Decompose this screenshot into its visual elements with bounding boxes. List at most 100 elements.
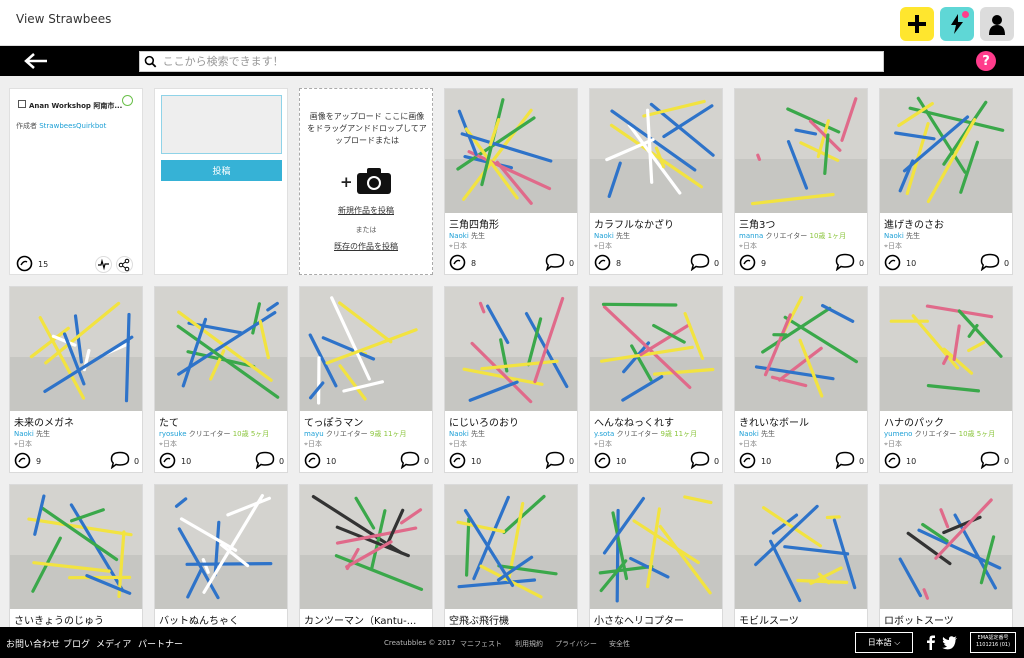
bubble-icon[interactable] — [739, 452, 756, 469]
creation-card[interactable]: ハナのパック yumeno クリエイター 10歳 5ヶ月 ⌖日本 10 0 — [879, 286, 1013, 473]
back-arrow-icon[interactable] — [22, 51, 50, 71]
footer-link-privacy[interactable]: プライバシー — [555, 639, 597, 649]
gallery-name[interactable]: Anan Workshop 阿南市... — [29, 101, 129, 111]
author-link[interactable]: Naoki — [14, 430, 34, 438]
bubble-icon[interactable] — [16, 255, 33, 276]
footer-link-contact[interactable]: お問い合わせ — [6, 637, 60, 650]
author-link[interactable]: mayu — [304, 430, 324, 438]
comment-icon[interactable] — [545, 451, 565, 469]
creation-title[interactable]: モビルスーツ — [739, 612, 865, 627]
creation-thumbnail[interactable] — [300, 287, 432, 411]
post-button[interactable]: 投稿 — [161, 160, 282, 181]
creation-thumbnail[interactable] — [10, 485, 142, 609]
creation-card[interactable]: にじいろのおり Naoki 先生 ⌖日本 10 0 — [444, 286, 578, 473]
creation-title[interactable]: バットぬんちゃく — [159, 612, 285, 627]
existing-creation-link[interactable]: 既存の作品を投稿 — [300, 241, 432, 252]
creation-thumbnail[interactable] — [880, 485, 1012, 609]
creation-title[interactable]: 未来のメガネ — [14, 414, 140, 429]
creation-thumbnail[interactable] — [300, 485, 432, 609]
footer-link-blog[interactable]: ブログ — [63, 637, 90, 650]
creation-card[interactable]: 三角3つ manna クリエイター 10歳 1ヶ月 ⌖日本 9 0 — [734, 88, 868, 275]
creation-title[interactable]: ハナのパック — [884, 414, 1010, 429]
bubble-icon[interactable] — [304, 452, 321, 469]
creation-thumbnail[interactable] — [880, 89, 1012, 213]
creation-card[interactable]: カラフルなかざり Naoki 先生 ⌖日本 8 0 — [589, 88, 723, 275]
creation-thumbnail[interactable] — [735, 89, 867, 213]
bubble-icon[interactable] — [594, 254, 611, 271]
creation-card[interactable]: ロボットスーツ — [879, 484, 1013, 627]
bubble-icon[interactable] — [884, 452, 901, 469]
user-button[interactable] — [980, 7, 1014, 41]
creation-thumbnail[interactable] — [155, 287, 287, 411]
comment-icon[interactable] — [835, 451, 855, 469]
creation-title[interactable]: 三角3つ — [739, 216, 865, 231]
share-icon[interactable] — [116, 256, 133, 273]
creation-thumbnail[interactable] — [445, 89, 577, 213]
creation-card[interactable]: 未来のメガネ Naoki 先生 ⌖日本 9 0 — [9, 286, 143, 473]
creation-card[interactable]: きれいなボール Naoki 先生 ⌖日本 10 0 — [734, 286, 868, 473]
bubble-icon[interactable] — [159, 452, 176, 469]
creation-card[interactable]: さいきょうのじゅう — [9, 484, 143, 627]
activity-button[interactable] — [940, 7, 974, 41]
camera-icon[interactable] — [356, 167, 392, 195]
bubble-icon[interactable] — [449, 452, 466, 469]
creation-title[interactable]: さいきょうのじゅう — [14, 612, 140, 627]
author-link[interactable]: y.sota — [594, 430, 614, 438]
comment-icon[interactable] — [110, 451, 130, 469]
creation-title[interactable]: ロボットスーツ — [884, 612, 1010, 627]
comment-icon[interactable] — [980, 451, 1000, 469]
creation-thumbnail[interactable] — [445, 485, 577, 609]
creation-card[interactable]: カンツーマン（Kantu-... — [299, 484, 433, 627]
facebook-icon[interactable] — [926, 635, 936, 654]
comment-icon[interactable] — [690, 451, 710, 469]
author-link[interactable]: ryosuke — [159, 430, 187, 438]
creation-card[interactable]: モビルスーツ — [734, 484, 868, 627]
footer-link-media[interactable]: メディア — [96, 637, 131, 650]
creation-thumbnail[interactable] — [445, 287, 577, 411]
creation-thumbnail[interactable] — [735, 485, 867, 609]
creation-card[interactable]: へんなねっくれす y.sota クリエイター 9歳 11ヶ月 ⌖日本 10 0 — [589, 286, 723, 473]
footer-link-partner[interactable]: パートナー — [138, 637, 183, 650]
creation-title[interactable]: 空飛ぶ飛行機 — [449, 612, 575, 627]
footer-link-manifest[interactable]: マニフェスト — [460, 639, 502, 649]
creation-thumbnail[interactable] — [880, 287, 1012, 411]
comment-icon[interactable] — [545, 253, 565, 271]
creation-card[interactable]: 進げきのさお Naoki 先生 ⌖日本 10 0 — [879, 88, 1013, 275]
bubble-icon[interactable] — [739, 254, 756, 271]
author-link[interactable]: Naoki — [739, 430, 759, 438]
twitter-icon[interactable] — [942, 635, 958, 654]
creation-card[interactable]: たて ryosuke クリエイター 10歳 5ヶ月 ⌖日本 10 0 — [154, 286, 288, 473]
comment-textarea[interactable] — [161, 95, 282, 154]
creation-title[interactable]: にじいろのおり — [449, 414, 575, 429]
search-input[interactable] — [162, 55, 883, 68]
creation-title[interactable]: へんなねっくれす — [594, 414, 720, 429]
creation-card[interactable]: バットぬんちゃく — [154, 484, 288, 627]
new-creation-link[interactable]: 新規作品を投稿 — [300, 205, 432, 216]
bubble-icon[interactable] — [884, 254, 901, 271]
author-link[interactable]: Naoki — [449, 232, 469, 240]
creation-title[interactable]: カラフルなかざり — [594, 216, 720, 231]
creation-thumbnail[interactable] — [735, 287, 867, 411]
creation-title[interactable]: カンツーマン（Kantu-... — [304, 612, 430, 627]
bubble-icon[interactable] — [449, 254, 466, 271]
comment-icon[interactable] — [980, 253, 1000, 271]
bubble-icon[interactable] — [594, 452, 611, 469]
creation-title[interactable]: 三角四角形 — [449, 216, 575, 231]
comment-icon[interactable] — [835, 253, 855, 271]
comment-icon[interactable] — [255, 451, 275, 469]
creation-title[interactable]: たて — [159, 414, 285, 429]
add-button[interactable] — [900, 7, 934, 41]
creation-title[interactable]: 進げきのさお — [884, 216, 1010, 231]
footer-link-terms[interactable]: 利用規約 — [515, 639, 543, 649]
author-link[interactable]: manna — [739, 232, 763, 240]
author-link[interactable]: Naoki — [884, 232, 904, 240]
language-select[interactable]: 日本語 ⌵ — [855, 632, 913, 653]
creation-title[interactable]: てっぽうマン — [304, 414, 430, 429]
author-link[interactable]: Naoki — [594, 232, 614, 240]
creation-thumbnail[interactable] — [590, 287, 722, 411]
creation-thumbnail[interactable] — [10, 287, 142, 411]
creation-card[interactable]: てっぽうマン mayu クリエイター 9歳 11ヶ月 ⌖日本 10 0 — [299, 286, 433, 473]
activity-chart-icon[interactable] — [95, 256, 112, 273]
upload-dropzone[interactable]: 画像をアップロード ここに画像をドラッグアンドドロップしてアップロードまたは +… — [299, 88, 433, 275]
creation-card[interactable]: 小さなヘリコプター — [589, 484, 723, 627]
